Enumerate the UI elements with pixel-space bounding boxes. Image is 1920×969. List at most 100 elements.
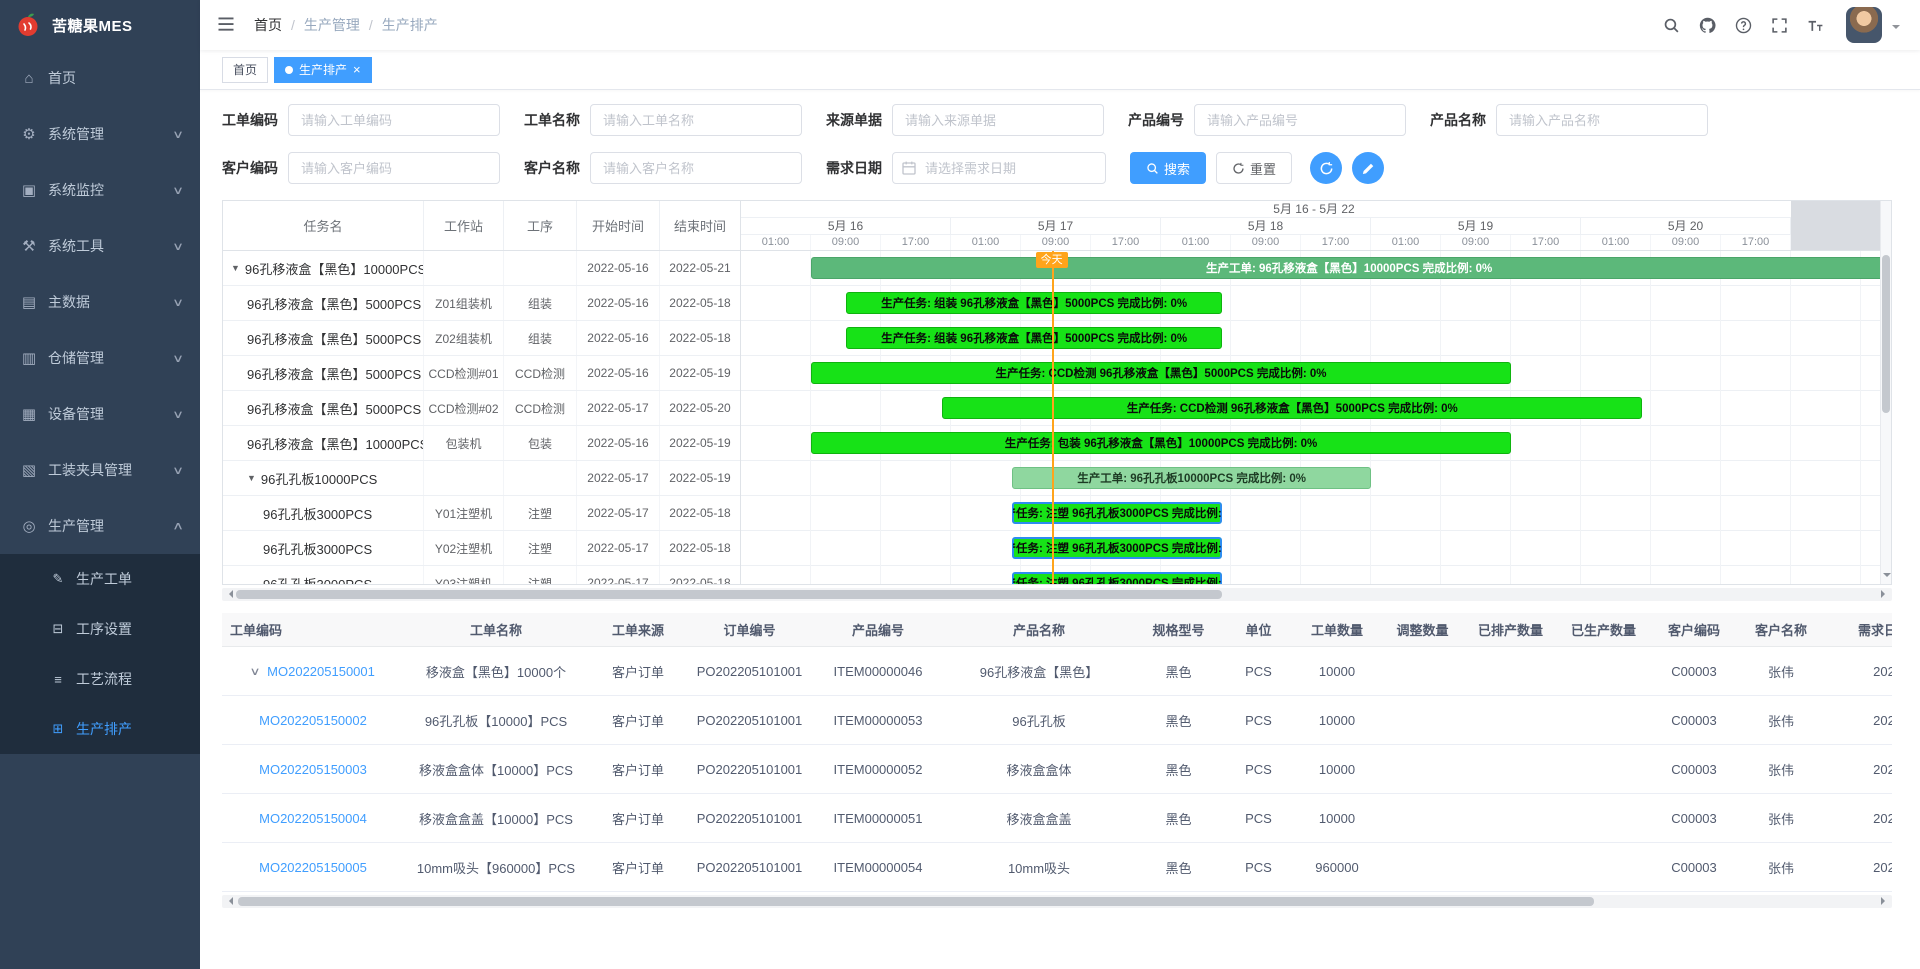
gantt-task-bar[interactable]: 生产任务: 组装 96孔移液盒【黑色】5000PCS 完成比例: 0% — [846, 292, 1222, 314]
scroll-right-arrow-icon[interactable] — [1881, 897, 1889, 905]
gantt-order-bar[interactable]: 生产工单: 96孔移液盒【黑色】10000PCS 完成比例: 0% — [811, 257, 1887, 279]
sidebar-item-fixture[interactable]: ▧工装夹具管理∨ — [0, 442, 200, 498]
tab-scheduling[interactable]: 生产排产× — [274, 57, 372, 83]
sidebar-item-production[interactable]: ◎生产管理∨ — [0, 498, 200, 554]
gantt-task-bar[interactable]: 生产任务: 注塑 96孔孔板3000PCS 完成比例: 0% — [1012, 502, 1222, 524]
reset-button[interactable]: 重置 — [1216, 152, 1292, 184]
gantt-order-bar[interactable]: 生产工单: 96孔孔板10000PCS 完成比例: 0% — [1012, 467, 1371, 489]
source-doc-input[interactable] — [892, 104, 1104, 136]
scroll-down-arrow-icon[interactable] — [1883, 573, 1891, 581]
refresh-icon-button[interactable] — [1310, 152, 1342, 184]
demand-date-input[interactable] — [892, 152, 1106, 184]
scroll-left-arrow-icon[interactable] — [225, 590, 233, 598]
sidebar-item-master-data[interactable]: ▤主数据∨ — [0, 274, 200, 330]
gantt-task-bar[interactable]: 生产任务: CCD检测 96孔移液盒【黑色】5000PCS 完成比例: 0% — [811, 362, 1511, 384]
gantt-grid-row[interactable]: 96孔移液盒【黑色】5000PCSZ02组装机组装2022-05-162022-… — [223, 321, 740, 356]
work-order-link[interactable]: MO202205150005 — [259, 860, 367, 875]
table-cell — [1381, 794, 1464, 842]
chevron-down-icon: ∨ — [172, 296, 184, 309]
gantt-grid-row[interactable]: 96孔移液盒【黑色】5000PCSZ01组装机组装2022-05-162022-… — [223, 286, 740, 321]
work-order-code-input[interactable] — [288, 104, 500, 136]
gantt-grid-row[interactable]: 96孔移液盒【黑色】10000PCS包装机包装2022-05-162022-05… — [223, 426, 740, 461]
edit-icon-button[interactable] — [1352, 152, 1384, 184]
sidebar-item-system[interactable]: ⚙系统管理∨ — [0, 106, 200, 162]
work-order-link[interactable]: MO202205150001 — [267, 664, 375, 679]
gantt-task-bar[interactable]: 生产任务: 注塑 96孔孔板3000PCS 完成比例: 0% — [1012, 572, 1222, 584]
gantt-task-bar[interactable]: 生产任务: CCD检测 96孔移液盒【黑色】5000PCS 完成比例: 0% — [942, 397, 1642, 419]
table-cell: PO202205101001 — [688, 794, 811, 842]
sidebar-item-warehouse[interactable]: ▥仓储管理∨ — [0, 330, 200, 386]
font-size-icon[interactable] — [1802, 12, 1828, 38]
table-row[interactable]: MO202205150004移液盒盒盖【10000】PCS客户订单PO20220… — [222, 794, 1892, 843]
scroll-right-arrow-icon[interactable] — [1881, 590, 1889, 598]
customer-code-input[interactable] — [288, 152, 500, 184]
scrollbar-thumb[interactable] — [1882, 255, 1890, 413]
hamburger-icon[interactable] — [216, 14, 238, 36]
github-icon[interactable] — [1694, 12, 1720, 38]
scrollbar-thumb[interactable] — [238, 897, 1594, 906]
sidebar-item-tools[interactable]: ⚒系统工具∨ — [0, 218, 200, 274]
collapse-arrow-icon[interactable]: ∨ — [249, 665, 260, 678]
gantt-vertical-scrollbar[interactable] — [1880, 201, 1891, 584]
work-order-link[interactable]: MO202205150004 — [259, 811, 367, 826]
fixture-icon: ▧ — [18, 461, 40, 479]
table-column-header: 工单数量 — [1293, 613, 1381, 646]
search-icon[interactable] — [1658, 12, 1684, 38]
table-cell: 客户订单 — [588, 794, 688, 842]
sidebar-item-process-flow[interactable]: ≡工艺流程 — [0, 654, 200, 704]
filter-field-product-code: 产品编号 — [1128, 104, 1406, 136]
gantt-grid-row[interactable]: ▼96孔移液盒【黑色】10000PCS2022-05-162022-05-21 — [223, 251, 740, 286]
user-avatar[interactable] — [1846, 7, 1882, 43]
gantt-task-bar[interactable]: 生产任务: 注塑 96孔孔板3000PCS 完成比例: 0% — [1012, 537, 1222, 559]
table-row[interactable]: ∨MO202205150001移液盒【黑色】10000个客户订单PO202205… — [222, 647, 1892, 696]
tab-home[interactable]: 首页 — [222, 57, 268, 83]
sidebar-item-monitor[interactable]: ▣系统监控∨ — [0, 162, 200, 218]
expand-arrow-icon[interactable]: ▼ — [247, 473, 256, 483]
gantt-grid-row[interactable]: 96孔移液盒【黑色】5000PCSCCD检测#02CCD检测2022-05-17… — [223, 391, 740, 426]
gantt-grid-cell: 2022-05-17 — [577, 496, 660, 530]
timeline-hour-cell: 17:00 — [1091, 235, 1161, 250]
table-row[interactable]: MO20220515000296孔孔板【10000】PCS客户订单PO20220… — [222, 696, 1892, 745]
sidebar-item-home[interactable]: ⌂首页 — [0, 50, 200, 106]
table-horizontal-scrollbar[interactable] — [222, 895, 1892, 908]
work-order-link[interactable]: MO202205150003 — [259, 762, 367, 777]
product-code-input[interactable] — [1194, 104, 1406, 136]
scrollbar-thumb[interactable] — [236, 590, 1222, 599]
gantt-grid-row[interactable]: 96孔孔板3000PCSY01注塑机注塑2022-05-172022-05-18 — [223, 496, 740, 531]
table-cell: 移液盒盒盖 — [945, 794, 1133, 842]
gantt-horizontal-scrollbar[interactable] — [222, 588, 1892, 601]
gantt-task-bar[interactable]: 生产任务: 组装 96孔移液盒【黑色】5000PCS 完成比例: 0% — [846, 327, 1222, 349]
work-order-link[interactable]: MO202205150002 — [259, 713, 367, 728]
chevron-down-icon[interactable] — [1892, 25, 1900, 33]
gantt-chart: 任务名工作站工序开始时间结束时间 ▼96孔移液盒【黑色】10000PCS2022… — [222, 200, 1892, 585]
sidebar-item-scheduling[interactable]: ⊞生产排产 — [0, 704, 200, 754]
sidebar-item-work-order[interactable]: ✎生产工单 — [0, 554, 200, 604]
production-icon: ◎ — [18, 517, 40, 535]
close-icon[interactable]: × — [353, 63, 361, 76]
table-cell: 96孔移液盒【黑色】 — [945, 647, 1133, 695]
work-order-name-input[interactable] — [590, 104, 802, 136]
gantt-grid-row[interactable]: 96孔孔板3000PCSY02注塑机注塑2022-05-172022-05-18 — [223, 531, 740, 566]
table-row[interactable]: MO202205150003移液盒盒体【10000】PCS客户订单PO20220… — [222, 745, 1892, 794]
sidebar-item-process-setting[interactable]: ⊟工序设置 — [0, 604, 200, 654]
gantt-grid-cell: CCD检测 — [504, 391, 577, 425]
gantt-grid-row[interactable]: 96孔移液盒【黑色】5000PCSCCD检测#01CCD检测2022-05-16… — [223, 356, 740, 391]
table-row[interactable]: MO20220515000510mm吸头【960000】PCS客户订单PO202… — [222, 843, 1892, 892]
fullscreen-icon[interactable] — [1766, 12, 1792, 38]
sidebar-menu: ⌂首页⚙系统管理∨▣系统监控∨⚒系统工具∨▤主数据∨▥仓储管理∨▦设备管理∨▧工… — [0, 50, 200, 969]
product-name-input[interactable] — [1496, 104, 1708, 136]
sidebar-item-equipment[interactable]: ▦设备管理∨ — [0, 386, 200, 442]
gantt-timeline: 5月 16 - 5月 22 5月 165月 175月 185月 195月 20 … — [741, 201, 1891, 584]
expand-arrow-icon[interactable]: ▼ — [231, 263, 240, 273]
question-icon[interactable] — [1730, 12, 1756, 38]
search-button[interactable]: 搜索 — [1130, 152, 1206, 184]
gantt-grid-row[interactable]: ▼96孔孔板10000PCS2022-05-172022-05-19 — [223, 461, 740, 496]
gantt-task-bar[interactable]: 生产任务: 包装 96孔移液盒【黑色】10000PCS 完成比例: 0% — [811, 432, 1511, 454]
table-column-header: 产品编号 — [811, 613, 945, 646]
app-logo: 苦糖果MES — [0, 0, 200, 50]
breadcrumb-item[interactable]: 首页 — [254, 15, 282, 35]
scroll-left-arrow-icon[interactable] — [225, 897, 233, 905]
gantt-grid-row[interactable]: 96孔孔板3000PCSY03注塑机注塑2022-05-172022-05-18 — [223, 566, 740, 584]
customer-name-input[interactable] — [590, 152, 802, 184]
sidebar-item-label: 仓储管理 — [48, 348, 174, 368]
